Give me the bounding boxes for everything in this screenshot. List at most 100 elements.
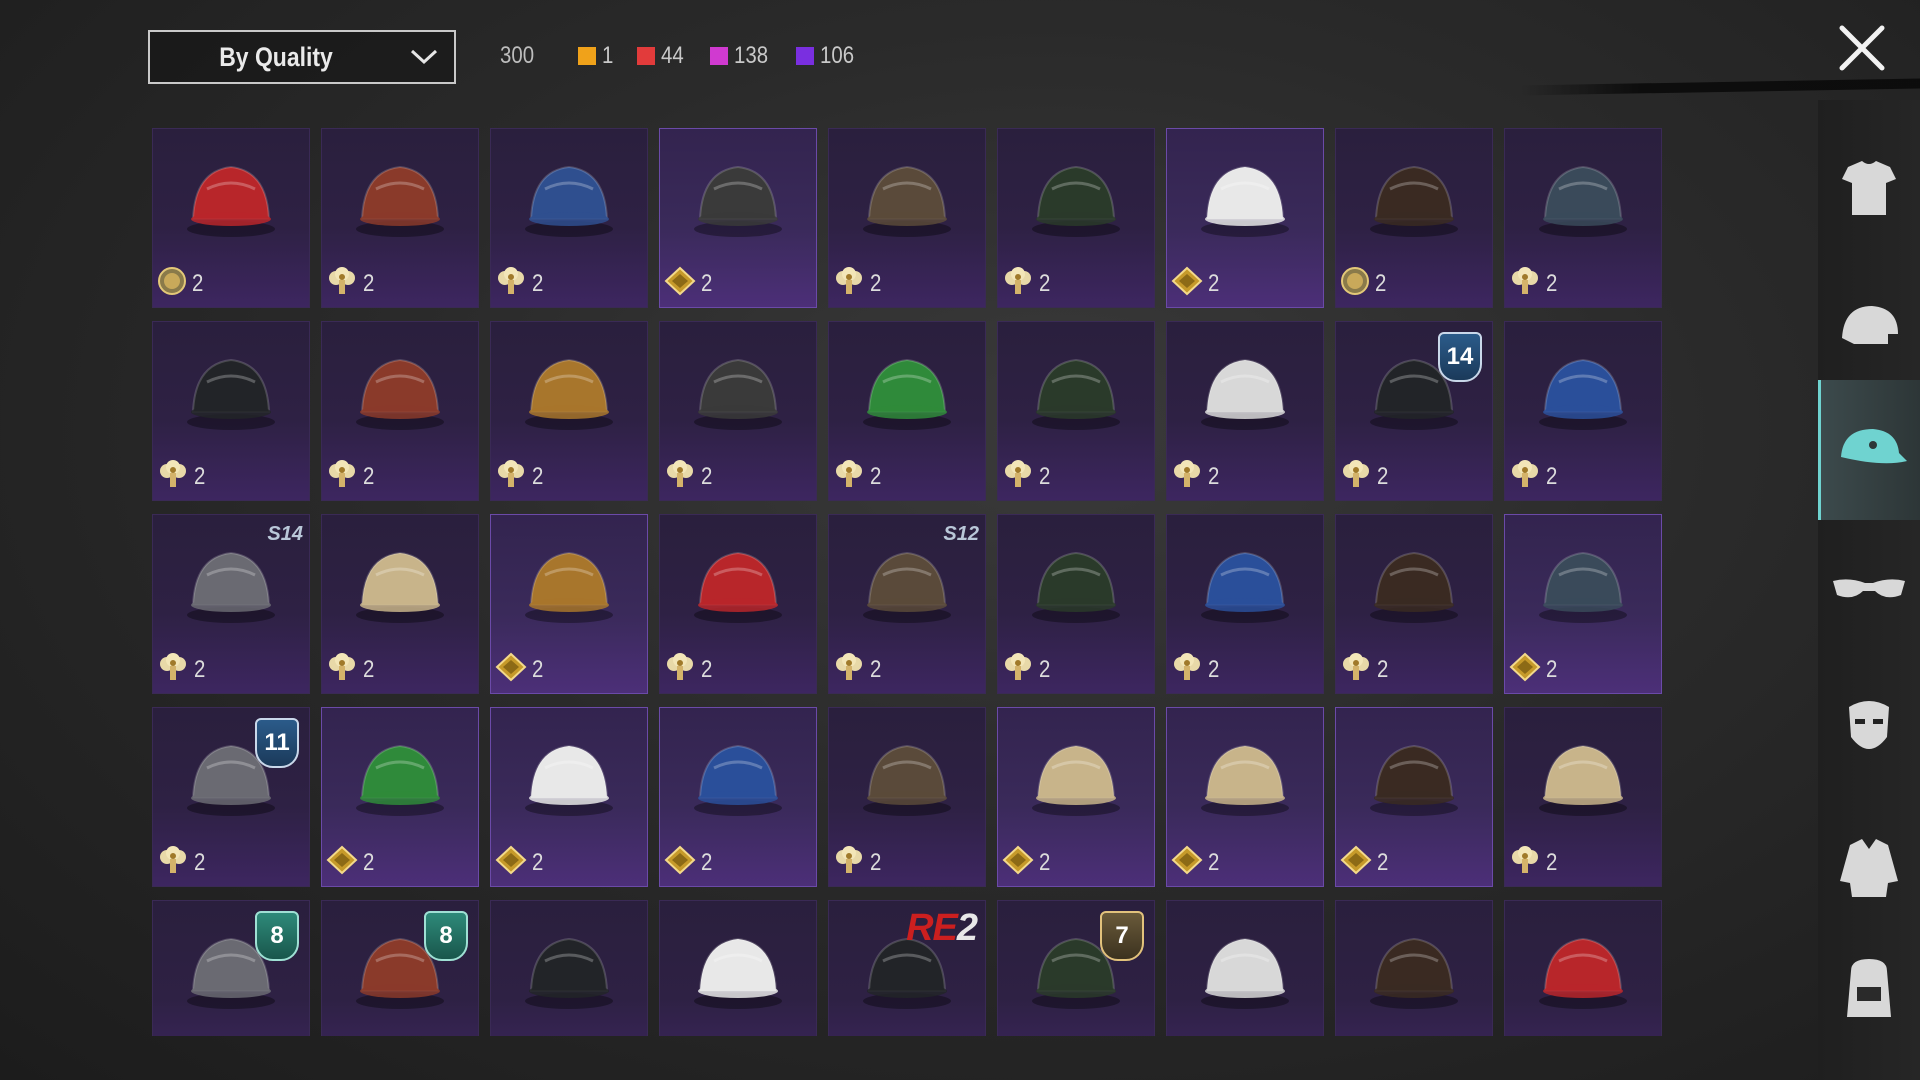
item-card[interactable] <box>1504 900 1662 1036</box>
green-wig-icon <box>322 708 478 848</box>
item-card[interactable]: 2 <box>321 707 479 887</box>
item-card[interactable]: 11 2 <box>152 707 310 887</box>
item-card[interactable]: RE2 <box>828 900 986 1036</box>
item-card[interactable]: 2 <box>321 128 479 308</box>
glasses-icon <box>1829 571 1909 610</box>
item-cost: 2 <box>1509 266 1558 301</box>
item-cost-value: 2 <box>1546 462 1558 490</box>
cricket-helmet-icon <box>491 129 647 269</box>
item-card[interactable]: 2 <box>321 321 479 501</box>
sidebar-category-glasses[interactable] <box>1818 520 1920 660</box>
item-card[interactable]: 2 <box>828 321 986 501</box>
tree-currency-icon <box>326 459 358 494</box>
item-cost: 2 <box>326 266 375 301</box>
diamond-currency-icon <box>495 845 527 880</box>
item-card[interactable] <box>490 900 648 1036</box>
item-cost-value: 2 <box>532 462 544 490</box>
backpack-icon <box>1839 953 1899 1028</box>
item-cost-value: 2 <box>1208 848 1220 876</box>
green-hair-icon <box>829 322 985 462</box>
quality-count-value: 1 <box>602 42 614 69</box>
item-card[interactable]: 2 <box>997 128 1155 308</box>
item-cost-value: 2 <box>870 269 882 297</box>
item-cost-value: 2 <box>532 269 544 297</box>
coin-currency-icon <box>157 266 187 301</box>
item-card[interactable] <box>1166 900 1324 1036</box>
item-card[interactable]: 2 <box>1166 128 1324 308</box>
item-cost-value: 2 <box>701 269 713 297</box>
item-card[interactable]: 2 <box>152 321 310 501</box>
sidebar-category-mask[interactable] <box>1818 660 1920 800</box>
sidebar-category-helmet[interactable] <box>1818 260 1920 400</box>
clown-mask-icon <box>1167 322 1323 462</box>
tree-currency-icon <box>1509 459 1541 494</box>
quality-count-value: 106 <box>820 42 855 69</box>
goggles-helmet-icon <box>322 322 478 462</box>
winter-hat-icon <box>1167 901 1323 1036</box>
item-card[interactable]: 2 <box>659 321 817 501</box>
item-card[interactable]: 2 <box>490 321 648 501</box>
item-card[interactable]: S12 2 <box>828 514 986 694</box>
tree-currency-icon <box>1002 652 1034 687</box>
item-cost-value: 2 <box>701 848 713 876</box>
cowboy-hat-icon <box>322 515 478 655</box>
item-cost-value: 2 <box>1039 462 1051 490</box>
item-card[interactable]: 2 <box>152 128 310 308</box>
tree-currency-icon <box>1509 845 1541 880</box>
item-card[interactable]: 2 <box>997 321 1155 501</box>
outfit-icon <box>1834 153 1904 228</box>
item-card[interactable]: 2 <box>659 707 817 887</box>
season-badge: 11 <box>255 718 299 768</box>
item-cost: 2 <box>1171 845 1220 880</box>
item-card[interactable]: 2 <box>1504 707 1662 887</box>
item-card[interactable]: 2 <box>321 514 479 694</box>
item-card[interactable]: 2 <box>828 707 986 887</box>
item-card[interactable]: 2 <box>1166 707 1324 887</box>
sort-dropdown[interactable]: By Quality <box>148 30 456 84</box>
item-cost-value: 2 <box>1039 848 1051 876</box>
item-cost-value: 2 <box>870 655 882 683</box>
item-card[interactable] <box>1335 900 1493 1036</box>
item-card[interactable]: 2 <box>997 514 1155 694</box>
item-card[interactable]: 8 <box>152 900 310 1036</box>
item-card[interactable]: 2 <box>1504 514 1662 694</box>
item-card[interactable]: 2 <box>659 128 817 308</box>
item-cost-value: 2 <box>701 462 713 490</box>
sidebar-category-jacket[interactable] <box>1818 800 1920 940</box>
sidebar-category-cap[interactable] <box>1818 380 1920 520</box>
item-card[interactable] <box>659 900 817 1036</box>
sort-dropdown-label: By Quality <box>219 41 333 72</box>
season-badge: 14 <box>1438 332 1482 382</box>
red-bandana-cap-icon <box>1505 901 1661 1036</box>
hooded-mask-icon <box>1336 515 1492 655</box>
tree-currency-icon <box>495 266 527 301</box>
item-card[interactable]: 7 <box>997 900 1155 1036</box>
item-card[interactable]: 2 <box>1335 707 1493 887</box>
item-card[interactable]: 8 <box>321 900 479 1036</box>
item-card[interactable]: S14 2 <box>152 514 310 694</box>
item-card[interactable]: 2 <box>1504 128 1662 308</box>
item-card[interactable]: 14 2 <box>1335 321 1493 501</box>
item-card[interactable]: 2 <box>1335 128 1493 308</box>
item-cost: 2 <box>1002 845 1051 880</box>
item-card[interactable]: 2 <box>1335 514 1493 694</box>
item-cost-value: 2 <box>1208 269 1220 297</box>
close-button[interactable] <box>1834 20 1890 76</box>
item-cost: 2 <box>1171 266 1220 301</box>
diamond-currency-icon <box>326 845 358 880</box>
item-card[interactable]: 2 <box>490 128 648 308</box>
item-card[interactable]: 2 <box>490 707 648 887</box>
item-card[interactable]: 2 <box>490 514 648 694</box>
item-card[interactable]: 2 <box>1504 321 1662 501</box>
sidebar-category-outfit[interactable] <box>1818 120 1920 260</box>
sidebar-category-backpack[interactable] <box>1818 920 1920 1060</box>
item-cost-value: 2 <box>532 655 544 683</box>
item-card[interactable]: 2 <box>1166 321 1324 501</box>
item-card[interactable]: 2 <box>997 707 1155 887</box>
item-cost-value: 2 <box>1377 848 1389 876</box>
item-card[interactable]: 2 <box>1166 514 1324 694</box>
item-cost-value: 2 <box>1546 269 1558 297</box>
mask-icon <box>1841 693 1897 768</box>
item-card[interactable]: 2 <box>659 514 817 694</box>
item-card[interactable]: 2 <box>828 128 986 308</box>
